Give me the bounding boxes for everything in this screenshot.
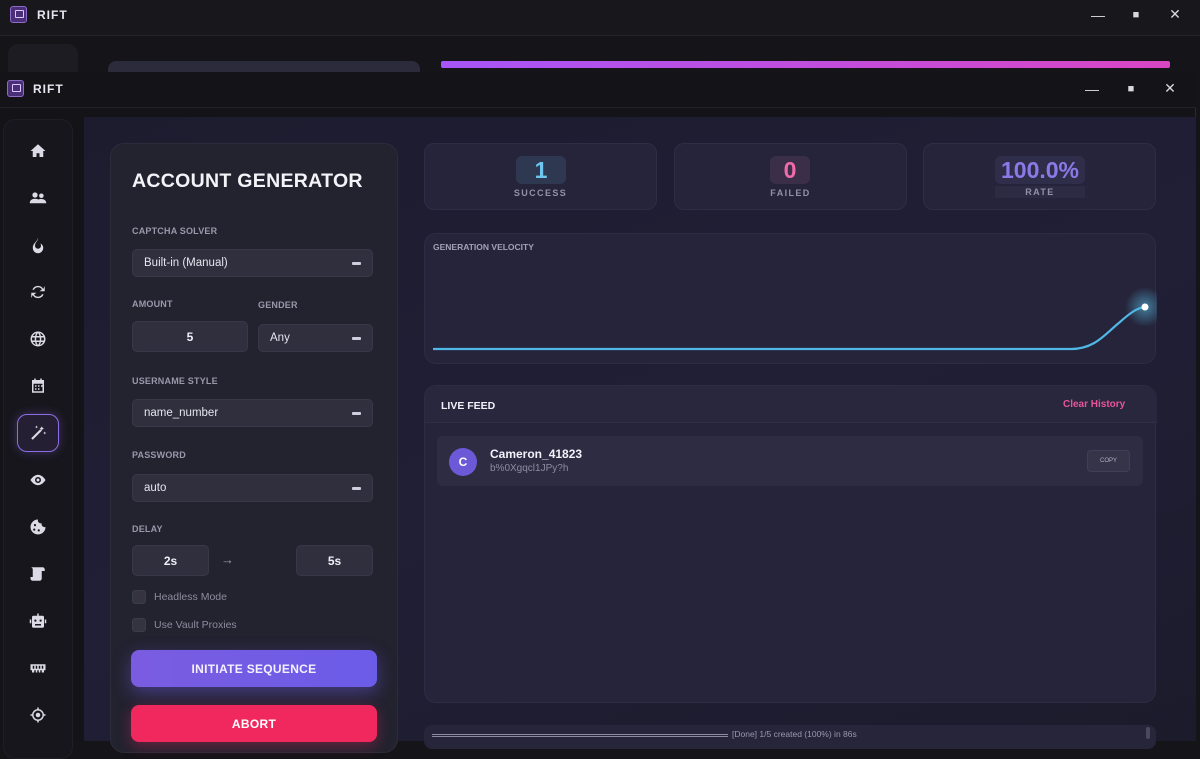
delay-max-input[interactable]: 5s <box>296 545 373 576</box>
captcha-value: Built-in (Manual) <box>144 257 228 269</box>
magic-wand-icon <box>31 425 47 440</box>
account-password: b%0Xgqcl1JPy?h <box>490 463 569 474</box>
clear-history-button[interactable]: Clear History <box>1063 399 1125 410</box>
status-text: [Done] 1/5 created (100%) in 86s <box>732 729 857 739</box>
sidebar <box>3 119 73 759</box>
arrow-right-icon: → <box>221 552 234 567</box>
live-feed-panel: LIVE FEED Clear History C Cameron_41823 … <box>424 385 1157 703</box>
calendar-icon <box>32 378 44 393</box>
live-feed-header: LIVE FEED Clear History <box>425 386 1157 423</box>
eye-icon <box>30 474 46 486</box>
velocity-chart <box>433 287 1157 351</box>
robot-icon <box>29 613 47 628</box>
close-icon[interactable]: ✕ <box>1165 7 1185 21</box>
users-icon <box>29 192 47 204</box>
app-logo-icon <box>10 6 27 23</box>
minimize-icon[interactable]: — <box>1082 82 1102 96</box>
chevron-down-icon <box>352 337 361 340</box>
main-content: ACCOUNT GENERATOR CAPTCHA SOLVER Built-i… <box>84 117 1196 753</box>
rate-label: RATE <box>995 186 1085 198</box>
rate-value: 100.0% <box>995 156 1085 184</box>
amount-input[interactable]: 5 <box>132 321 248 352</box>
status-bar: [Done] 1/5 created (100%) in 86s <box>424 725 1156 749</box>
chevron-down-icon <box>352 412 361 415</box>
sidebar-item-cookie[interactable] <box>17 508 59 546</box>
status-scrollbar[interactable] <box>1146 727 1150 739</box>
sidebar-item-scroll[interactable] <box>17 555 59 593</box>
fire-icon <box>32 237 44 254</box>
cookie-icon <box>30 519 46 535</box>
chevron-down-icon <box>352 487 361 490</box>
background-window-titlebar: RIFT — ■ ✕ <box>0 0 1200 36</box>
app-title: RIFT <box>33 82 64 96</box>
delay-min-input[interactable]: 2s <box>132 545 209 576</box>
stat-card-failed: 0 FAILED <box>674 143 907 210</box>
username-style-select[interactable]: name_number <box>132 399 373 427</box>
home-icon <box>30 144 46 157</box>
gender-select[interactable]: Any <box>258 324 373 352</box>
copy-button[interactable]: COPY <box>1087 450 1130 472</box>
abort-button[interactable]: ABORT <box>131 705 377 742</box>
vault-proxies-label: Use Vault Proxies <box>154 619 237 631</box>
vault-proxies-checkbox[interactable] <box>132 618 146 632</box>
velocity-line <box>433 305 1146 351</box>
sidebar-item-crosshair[interactable] <box>17 696 59 734</box>
live-feed-title: LIVE FEED <box>441 400 496 412</box>
captcha-select[interactable]: Built-in (Manual) <box>132 249 373 277</box>
app-logo-icon <box>7 80 24 97</box>
maximize-icon[interactable]: ■ <box>1121 82 1141 96</box>
amount-label: AMOUNT <box>132 299 173 309</box>
window-titlebar: RIFT — ■ ✕ <box>0 72 1196 108</box>
password-label: PASSWORD <box>132 450 186 460</box>
velocity-point <box>1141 303 1149 311</box>
maximize-icon[interactable]: ■ <box>1126 8 1146 22</box>
list-item: C Cameron_41823 b%0Xgqcl1JPy?h COPY <box>437 436 1143 486</box>
stat-card-success: 1 SUCCESS <box>424 143 657 210</box>
initiate-sequence-button[interactable]: INITIATE SEQUENCE <box>131 650 377 687</box>
delay-label: DELAY <box>132 524 163 534</box>
page-title: ACCOUNT GENERATOR <box>132 170 363 192</box>
success-label: SUCCESS <box>513 188 568 198</box>
password-select[interactable]: auto <box>132 474 373 502</box>
username-style-label: USERNAME STYLE <box>132 376 218 386</box>
memory-icon <box>30 664 46 673</box>
close-icon[interactable]: ✕ <box>1160 81 1180 95</box>
gender-label: GENDER <box>258 300 298 310</box>
sidebar-item-robot[interactable] <box>17 602 59 640</box>
velocity-chart-panel: GENERATION VELOCITY <box>424 233 1157 364</box>
crosshair-icon <box>30 707 46 723</box>
username-style-value: name_number <box>144 407 219 419</box>
globe-icon <box>30 331 46 347</box>
gender-value: Any <box>270 332 290 344</box>
sync-icon <box>31 285 45 299</box>
background-progress-bar <box>441 61 1170 68</box>
minimize-icon[interactable]: — <box>1088 8 1108 22</box>
failed-count: 0 <box>770 156 810 184</box>
sidebar-item-users[interactable] <box>17 179 59 217</box>
sidebar-item-eye[interactable] <box>17 461 59 499</box>
sidebar-item-sync[interactable] <box>17 273 59 311</box>
sidebar-item-fire[interactable] <box>17 226 59 264</box>
sidebar-item-calendar[interactable] <box>17 367 59 405</box>
sidebar-item-home[interactable] <box>17 132 59 170</box>
app-title: RIFT <box>37 8 68 22</box>
failed-label: FAILED <box>770 188 811 198</box>
generator-panel: ACCOUNT GENERATOR CAPTCHA SOLVER Built-i… <box>110 143 398 753</box>
captcha-label: CAPTCHA SOLVER <box>132 226 218 236</box>
sidebar-item-memory[interactable] <box>17 649 59 687</box>
password-value: auto <box>144 482 167 494</box>
avatar: C <box>449 448 477 476</box>
sidebar-item-globe[interactable] <box>17 320 59 358</box>
scroll-icon <box>30 567 45 581</box>
status-divider <box>432 734 728 737</box>
chevron-down-icon <box>352 262 361 265</box>
account-username: Cameron_41823 <box>490 447 583 461</box>
app-window: RIFT — ■ ✕ ACCOUNT GENERATOR CAPTCHA SOL… <box>0 72 1196 759</box>
success-count: 1 <box>516 156 566 184</box>
stat-card-rate: 100.0% RATE <box>923 143 1156 210</box>
headless-label: Headless Mode <box>154 591 227 603</box>
headless-checkbox[interactable] <box>132 590 146 604</box>
sidebar-item-generator[interactable] <box>17 414 59 452</box>
